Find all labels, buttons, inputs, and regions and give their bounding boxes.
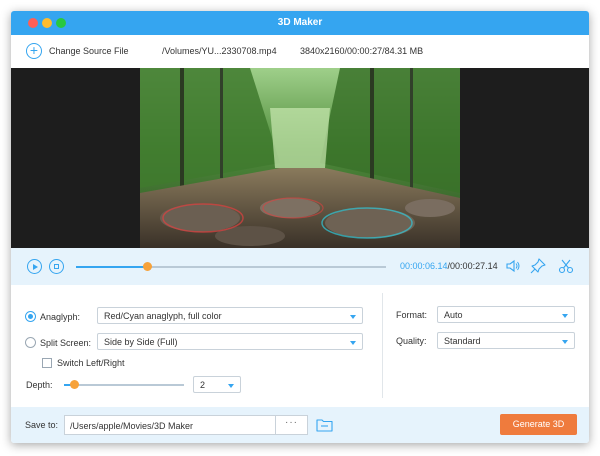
format-select[interactable]: Auto bbox=[437, 306, 575, 323]
split-screen-select-value: Side by Side (Full) bbox=[104, 337, 178, 347]
output-bar: Save to: /Users/apple/Movies/3D Maker ··… bbox=[11, 407, 589, 443]
add-icon[interactable]: + bbox=[26, 43, 42, 59]
generate-3d-button[interactable]: Generate 3D bbox=[500, 414, 577, 435]
snapshot-pin-icon[interactable] bbox=[529, 257, 547, 275]
scissors-icon[interactable] bbox=[557, 257, 575, 275]
save-to-label: Save to: bbox=[25, 420, 59, 430]
video-frame bbox=[140, 68, 460, 248]
chevron-down-icon bbox=[350, 341, 356, 345]
depth-slider-handle[interactable] bbox=[69, 380, 79, 389]
anaglyph-forest-image bbox=[140, 68, 460, 248]
chevron-down-icon bbox=[562, 340, 568, 344]
save-path-value: /Users/apple/Movies/3D Maker bbox=[70, 421, 194, 431]
play-icon[interactable] bbox=[27, 259, 42, 274]
playback-controls: 00:00:06.14/00:00:27.14 bbox=[11, 248, 589, 285]
split-screen-radio[interactable] bbox=[25, 337, 36, 348]
window-title: 3D Maker bbox=[277, 17, 323, 28]
depth-select-value: 2 bbox=[200, 380, 206, 390]
stop-icon[interactable] bbox=[49, 259, 64, 274]
split-screen-label: Split Screen: bbox=[40, 338, 92, 348]
seek-bar[interactable] bbox=[76, 262, 386, 271]
depth-slider[interactable] bbox=[64, 380, 184, 389]
app-window: 3D Maker + Change Source File /Volumes/Y… bbox=[11, 11, 589, 443]
quality-label: Quality: bbox=[396, 336, 427, 346]
volume-icon[interactable] bbox=[504, 257, 522, 275]
seek-handle[interactable] bbox=[143, 262, 153, 271]
settings-panel: Anaglyph: Red/Cyan anaglyph, full color … bbox=[11, 285, 589, 407]
anaglyph-select-value: Red/Cyan anaglyph, full color bbox=[104, 311, 222, 321]
quality-select[interactable]: Standard bbox=[437, 332, 575, 349]
browse-button[interactable]: ··· bbox=[275, 416, 307, 434]
format-select-value: Auto bbox=[444, 310, 463, 320]
depth-label: Depth: bbox=[26, 380, 53, 390]
total-time: /00:00:27.14 bbox=[447, 261, 498, 271]
source-file-info: 3840x2160/00:00:27/84.31 MB bbox=[300, 46, 424, 56]
quality-select-value: Standard bbox=[444, 336, 481, 346]
time-display: 00:00:06.14/00:00:27.14 bbox=[400, 261, 498, 271]
format-label: Format: bbox=[396, 310, 428, 320]
split-screen-select[interactable]: Side by Side (Full) bbox=[97, 333, 363, 350]
chevron-down-icon bbox=[350, 315, 356, 319]
seek-progress bbox=[76, 266, 148, 268]
current-time: 00:00:06.14 bbox=[400, 261, 448, 271]
switch-left-right-label: Switch Left/Right bbox=[57, 358, 125, 368]
chevron-down-icon bbox=[562, 314, 568, 318]
source-file-bar: + Change Source File /Volumes/YU...23307… bbox=[11, 35, 589, 68]
chevron-down-icon bbox=[228, 384, 234, 388]
folder-icon[interactable] bbox=[316, 417, 333, 432]
title-bar: 3D Maker bbox=[11, 11, 589, 35]
anaglyph-select[interactable]: Red/Cyan anaglyph, full color bbox=[97, 307, 363, 324]
depth-select[interactable]: 2 bbox=[193, 376, 241, 393]
anaglyph-radio[interactable] bbox=[25, 311, 36, 322]
save-path-field[interactable]: /Users/apple/Movies/3D Maker ··· bbox=[64, 415, 308, 435]
anaglyph-label: Anaglyph: bbox=[40, 312, 81, 322]
switch-left-right-checkbox[interactable] bbox=[42, 358, 52, 368]
change-source-file-button[interactable]: Change Source File bbox=[49, 46, 129, 56]
source-file-path: /Volumes/YU...2330708.mp4 bbox=[162, 46, 277, 56]
settings-divider bbox=[382, 293, 383, 398]
video-preview bbox=[11, 68, 589, 248]
